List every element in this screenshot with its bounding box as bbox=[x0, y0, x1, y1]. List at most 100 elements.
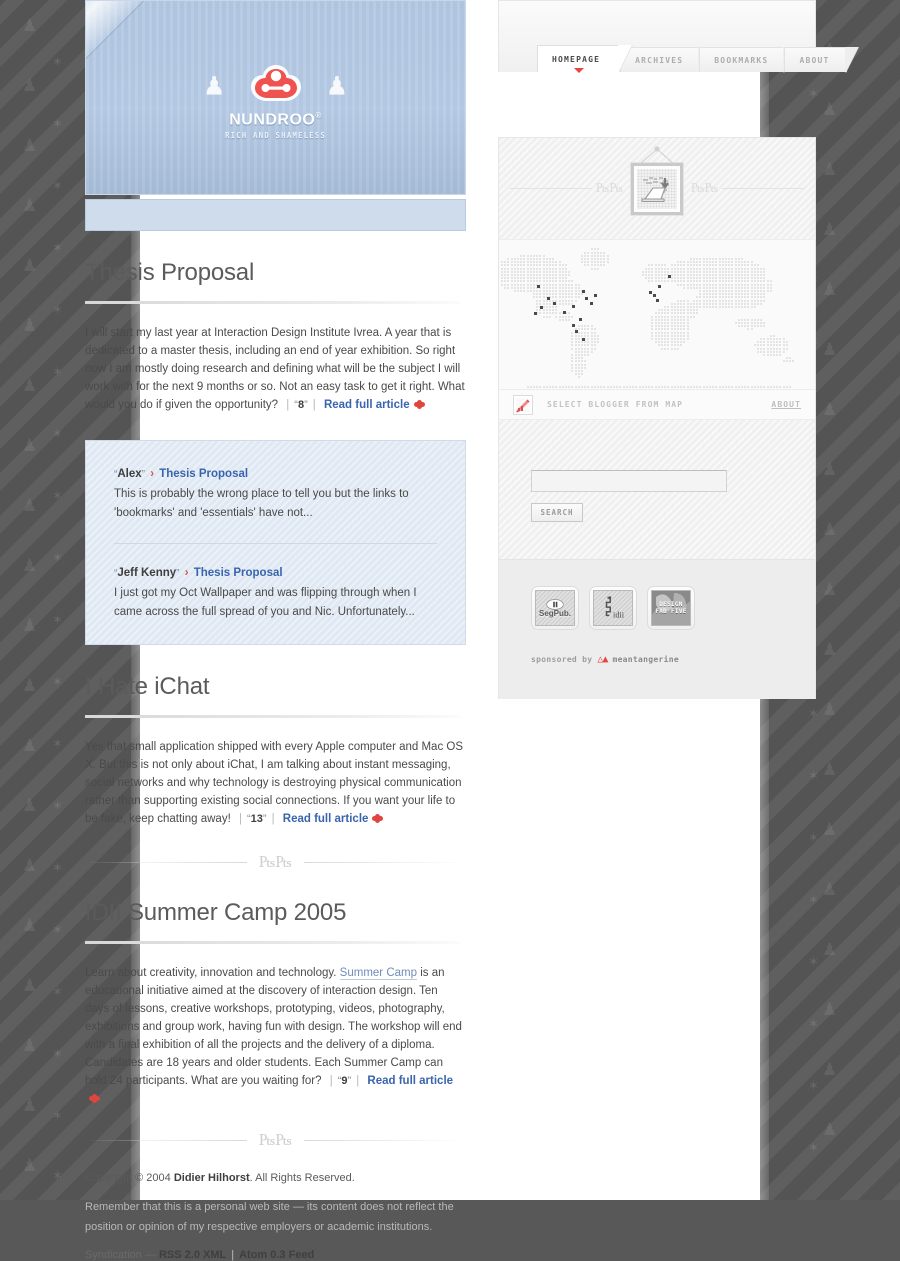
divider-line-left bbox=[85, 1140, 248, 1141]
meta-separator: | bbox=[356, 1075, 360, 1087]
sponsor-prefix: sponsored by bbox=[531, 655, 593, 664]
sponsor-logo-icon: △▲ bbox=[597, 654, 608, 665]
badge-list: SegPub. idii DESIGN FAB FIVE bbox=[531, 586, 815, 630]
read-full-article-link[interactable]: Read full article bbox=[283, 813, 369, 825]
laptop-globe-icon bbox=[641, 176, 669, 202]
meta-separator: | bbox=[271, 813, 275, 825]
tab-label: BOOKMARKS bbox=[714, 55, 769, 65]
footer-disclaimer: Remember that this is a personal web sit… bbox=[85, 1201, 454, 1233]
comment-excerpt: I just got my Oct Wallpaper and was flip… bbox=[114, 587, 417, 618]
sidebar-frame-panel: ₧₧ ₧₧ bbox=[498, 137, 816, 239]
segpub-badge[interactable]: SegPub. bbox=[531, 586, 579, 630]
map-toolbar: SELECT BLOGGER FROM MAP ABOUT bbox=[498, 389, 816, 419]
site-footer: Copyright © 2004 Didier Hilhorst. All Ri… bbox=[85, 1169, 466, 1261]
ornament-icon: ₧₧ bbox=[595, 180, 623, 196]
article-title: Thesis Proposal bbox=[85, 259, 255, 286]
pause-circle-icon bbox=[546, 598, 564, 610]
quote-close-icon: ” bbox=[141, 469, 145, 480]
copyright-line: Copyright © 2004 Didier Hilhorst. All Ri… bbox=[85, 1169, 466, 1187]
arrow-icon: › bbox=[150, 468, 155, 480]
sponsor-line: sponsored by △▲ meantangerine bbox=[531, 654, 815, 665]
pencil-icon[interactable] bbox=[513, 394, 533, 415]
divider-line-left bbox=[509, 188, 592, 189]
tab-archives[interactable]: ARCHIVES bbox=[620, 47, 701, 72]
world-map-dots bbox=[499, 240, 815, 389]
tab-homepage[interactable]: HOMEPAGE bbox=[537, 45, 622, 73]
tab-label: ABOUT bbox=[799, 55, 830, 65]
idii-mark-icon: idii bbox=[605, 596, 625, 619]
sidebar-column: HOMEPAGE ARCHIVES BOOKMARKS ABOUT ₧₧ ₧₧ … bbox=[498, 0, 847, 699]
logo-artwork: ♟ ♟ bbox=[86, 63, 465, 109]
comment-excerpt: This is probably the wrong place to tell… bbox=[114, 488, 409, 519]
copyright-suffix: . All Rights Reserved. bbox=[249, 1172, 355, 1184]
article-title: IDII Summer Camp 2005 bbox=[85, 899, 347, 926]
article-body-text-part2: is an educational initiative aimed at th… bbox=[85, 967, 462, 1087]
badge-label-line1: DESIGN bbox=[659, 601, 683, 608]
comment-post-link[interactable]: Thesis Proposal bbox=[159, 468, 248, 480]
comment-post-link[interactable]: Thesis Proposal bbox=[194, 567, 283, 579]
ornament-divider: ₧₧ bbox=[85, 854, 466, 871]
comment-item: “Jeff Kenny” › Thesis Proposal I just go… bbox=[114, 543, 437, 622]
map-about-link[interactable]: ABOUT bbox=[771, 400, 801, 409]
article-body: Yes that small application shipped with … bbox=[85, 738, 465, 828]
site-banner: ♟ ♟ NUNDROO® RICH AND SHAMELESS bbox=[85, 0, 466, 195]
quote-close-icon: ” bbox=[262, 813, 267, 825]
divider-line-left bbox=[85, 862, 248, 863]
read-full-article-link[interactable]: Read full article bbox=[367, 1075, 453, 1087]
comment-header: “Alex” › Thesis Proposal bbox=[114, 465, 437, 484]
logo-name: NUNDROO® bbox=[229, 111, 322, 129]
ornament-icon: ₧₧ bbox=[259, 1130, 292, 1150]
sponsor-brand[interactable]: meantangerine bbox=[612, 655, 679, 664]
badge-face: DESIGN FAB FIVE bbox=[651, 590, 691, 626]
world-map-widget[interactable] bbox=[498, 239, 816, 389]
badges-panel: SegPub. idii DESIGN FAB FIVE sponsored b… bbox=[498, 559, 816, 699]
search-panel: SEARCH bbox=[498, 419, 816, 559]
badge-face: SegPub. bbox=[535, 590, 575, 626]
banner-bottom-strip bbox=[85, 199, 466, 231]
divider-line-right bbox=[303, 862, 466, 863]
atom-feed-link[interactable]: Atom 0.3 Feed bbox=[239, 1249, 314, 1261]
flower-icon bbox=[89, 1094, 100, 1104]
logo-cloud-icon bbox=[250, 65, 301, 101]
ornament-icon: ₧₧ bbox=[691, 180, 719, 196]
meta-separator: | bbox=[286, 399, 290, 411]
picture-frame-icon[interactable] bbox=[630, 145, 684, 216]
tab-about[interactable]: ABOUT bbox=[784, 47, 847, 72]
meta-separator: | bbox=[312, 399, 316, 411]
badge-label-line2: FAB FIVE bbox=[655, 608, 687, 615]
design-fab-five-badge[interactable]: DESIGN FAB FIVE bbox=[647, 586, 695, 630]
ornament-divider: ₧₧ bbox=[85, 1132, 466, 1149]
copyright-author: Didier Hilhorst bbox=[173, 1172, 250, 1184]
article-rule bbox=[85, 301, 460, 304]
meta-separator: | bbox=[238, 813, 242, 825]
article-idii-summer-camp: IDII Summer Camp 2005 Learn about creati… bbox=[85, 899, 470, 1108]
article-body: Learn about creativity, innovation and t… bbox=[85, 964, 465, 1108]
flower-icon bbox=[413, 400, 425, 410]
search-input[interactable] bbox=[531, 470, 727, 492]
article-body: I will start my last year at Interaction… bbox=[85, 324, 465, 414]
comment-author: Jeff Kenny bbox=[117, 567, 177, 579]
flower-icon bbox=[372, 814, 384, 824]
tab-bookmarks[interactable]: BOOKMARKS bbox=[699, 47, 786, 72]
active-tab-marker-icon bbox=[574, 68, 585, 73]
summer-camp-link[interactable]: Summer Camp bbox=[339, 967, 417, 980]
tab-label: ARCHIVES bbox=[635, 55, 684, 65]
map-instruction-label: SELECT BLOGGER FROM MAP bbox=[547, 400, 684, 409]
syndication-line: Syndication — RSS 2.0 XML | Atom 0.3 Feed bbox=[85, 1249, 466, 1261]
copyright-prefix: Copyright © 2004 bbox=[85, 1172, 174, 1184]
read-full-article-link[interactable]: Read full article bbox=[324, 399, 410, 411]
recent-comments-panel: “Alex” › Thesis Proposal This is probabl… bbox=[85, 440, 466, 645]
article-thesis-proposal: Thesis Proposal I will start my last yea… bbox=[85, 259, 470, 414]
article-title: I Hate iChat bbox=[85, 673, 210, 700]
arrow-icon: › bbox=[184, 567, 189, 579]
quote-close-icon: ” bbox=[176, 568, 180, 579]
idii-badge[interactable]: idii bbox=[589, 586, 637, 630]
site-logo[interactable]: ♟ ♟ NUNDROO® RICH AND SHAMELESS bbox=[86, 63, 465, 140]
article-rule bbox=[85, 715, 460, 718]
meta-separator: | bbox=[231, 1249, 235, 1261]
syndication-label: Syndication — bbox=[85, 1249, 159, 1261]
rss-feed-link[interactable]: RSS 2.0 XML bbox=[159, 1249, 226, 1261]
logo-figure-right-icon: ♟ bbox=[325, 71, 349, 100]
tab-list: HOMEPAGE ARCHIVES BOOKMARKS ABOUT bbox=[537, 45, 847, 73]
search-button[interactable]: SEARCH bbox=[530, 502, 584, 523]
